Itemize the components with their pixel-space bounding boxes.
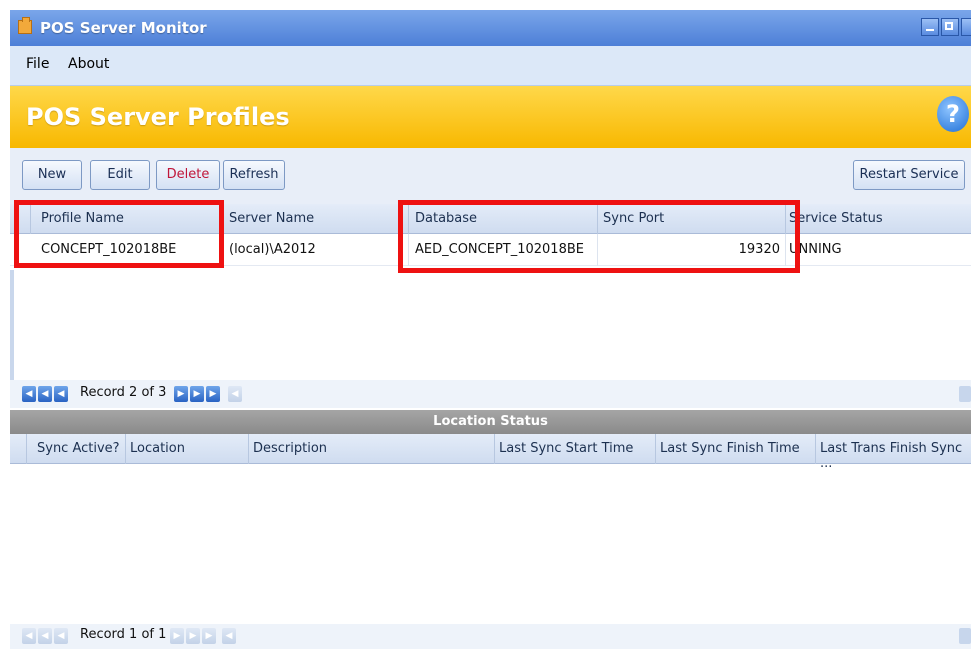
location-grid: Sync Active? Location Description Last S… [10, 434, 971, 624]
minimize-icon[interactable] [921, 18, 939, 36]
record-counter: Record 2 of 3 [80, 385, 167, 400]
last-page-icon[interactable]: ▶ [202, 628, 216, 644]
prev-page-group-icon[interactable]: ◀ [38, 628, 52, 644]
next-page-icon[interactable]: ▶ [174, 386, 188, 402]
column-separator [655, 434, 656, 464]
last-page-icon[interactable]: ▶ [206, 386, 220, 402]
profiles-pager: ◀ ◀ ◀ Record 2 of 3 ▶ ▶ ▶ ◀ [10, 380, 971, 408]
restart-service-button[interactable]: Restart Service [853, 160, 965, 190]
location-pager: ◀ ◀ ◀ Record 1 of 1 ▶ ▶ ▶ ◀ [10, 624, 971, 649]
next-page-icon[interactable]: ▶ [170, 628, 184, 644]
grid-edge [10, 270, 14, 380]
page-title: POS Server Profiles [26, 103, 290, 131]
prev-page-group-icon[interactable]: ◀ [38, 386, 52, 402]
col-service-status[interactable]: Service Status [789, 211, 883, 226]
delete-button[interactable]: Delete [156, 160, 220, 190]
col-description[interactable]: Description [253, 441, 327, 456]
app-icon [18, 17, 32, 34]
refresh-button[interactable]: Refresh [223, 160, 285, 190]
edit-button[interactable]: Edit [90, 160, 150, 190]
next-page-group-icon[interactable]: ▶ [186, 628, 200, 644]
col-last-sync-start[interactable]: Last Sync Start Time [499, 441, 633, 456]
col-server-name[interactable]: Server Name [229, 211, 314, 226]
column-separator [26, 434, 27, 464]
help-icon[interactable]: ? [937, 96, 969, 132]
col-location[interactable]: Location [130, 441, 185, 456]
column-separator [815, 434, 816, 464]
col-last-sync-finish[interactable]: Last Sync Finish Time [660, 441, 800, 456]
window-title: POS Server Monitor [40, 19, 207, 37]
prev-page-icon[interactable]: ◀ [54, 386, 68, 402]
record-counter: Record 1 of 1 [80, 627, 167, 642]
close-icon[interactable] [961, 18, 971, 36]
next-page-group-icon[interactable]: ▶ [190, 386, 204, 402]
window-controls [921, 18, 971, 36]
menu-file[interactable]: File [26, 56, 49, 72]
cell-server-name: (local)\A2012 [229, 242, 316, 257]
location-status-title: Location Status [10, 410, 971, 434]
header-banner: POS Server Profiles ? [10, 86, 971, 148]
col-last-trans-finish[interactable]: Last Trans Finish Sync ... [820, 441, 971, 471]
toolbar: New Edit Delete Refresh Restart Service [10, 148, 971, 204]
highlight-box-profile [14, 200, 224, 268]
location-header-row: Sync Active? Location Description Last S… [10, 434, 971, 471]
highlight-box-database-port [398, 200, 800, 273]
scroll-right-icon[interactable] [959, 386, 971, 402]
new-button[interactable]: New [22, 160, 82, 190]
col-sync-active[interactable]: Sync Active? [37, 441, 120, 456]
prev-page-icon[interactable]: ◀ [54, 628, 68, 644]
first-page-icon[interactable]: ◀ [22, 386, 36, 402]
scroll-right-icon[interactable] [959, 628, 971, 644]
scroll-left-icon[interactable]: ◀ [228, 386, 242, 402]
first-page-icon[interactable]: ◀ [22, 628, 36, 644]
title-bar: POS Server Monitor [10, 10, 971, 46]
maximize-icon[interactable] [941, 18, 959, 36]
column-separator [248, 434, 249, 464]
menu-bar: File About [10, 46, 971, 86]
menu-about[interactable]: About [68, 56, 109, 72]
column-separator [125, 434, 126, 464]
column-separator [494, 434, 495, 464]
scroll-left-icon[interactable]: ◀ [222, 628, 236, 644]
